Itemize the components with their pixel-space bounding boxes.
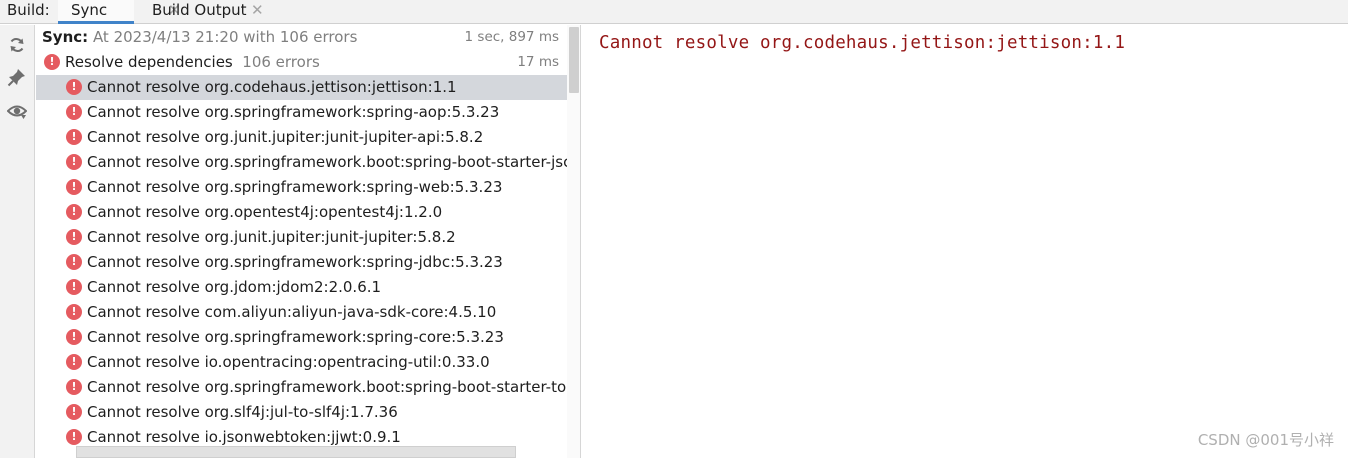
build-tree[interactable]: Sync: At 2023/4/13 21:20 with 106 errors… <box>36 25 581 458</box>
error-message: Cannot resolve org.codehaus.jettison:jet… <box>599 33 1126 53</box>
resolve-count: 106 errors <box>242 53 320 71</box>
error-item-text: Cannot resolve org.opentest4j:opentest4j… <box>87 203 443 221</box>
error-item-text: Cannot resolve org.springframework:sprin… <box>87 178 503 196</box>
error-icon: ! <box>66 204 82 220</box>
error-item-text: Cannot resolve com.aliyun:aliyun-java-sd… <box>87 303 497 321</box>
error-list-item[interactable]: ! Cannot resolve org.springframework:spri… <box>36 250 580 275</box>
error-item-text: Cannot resolve org.springframework:sprin… <box>87 328 504 346</box>
watermark: CSDN @001号小祥 <box>1197 431 1334 449</box>
error-item-text: Cannot resolve org.codehaus.jettison:jet… <box>87 78 457 96</box>
error-item-text: Cannot resolve org.junit.jupiter:junit-j… <box>87 128 484 146</box>
error-list-item[interactable]: ! Cannot resolve io.opentracing:opentraci… <box>36 350 580 375</box>
error-item-text: Cannot resolve org.jdom:jdom2:2.0.6.1 <box>87 278 382 296</box>
sync-label: Sync: <box>42 28 89 46</box>
tab-build-output[interactable]: Build Output ✕ <box>140 0 268 24</box>
error-item-text: Cannot resolve org.springframework:sprin… <box>87 253 503 271</box>
side-toolstrip <box>0 25 35 458</box>
refresh-icon[interactable] <box>7 35 27 55</box>
error-list-item[interactable]: ! Cannot resolve org.springframework:spri… <box>36 175 580 200</box>
vertical-scrollbar-thumb[interactable] <box>569 27 579 93</box>
error-icon: ! <box>66 404 82 420</box>
tab-sync-label: Sync <box>71 1 108 19</box>
build-label: Build: <box>7 1 50 19</box>
tab-build-output-label: Build Output <box>152 1 247 19</box>
close-icon[interactable]: ✕ <box>251 1 264 19</box>
sync-detail: At 2023/4/13 21:20 with 106 errors <box>92 28 358 46</box>
resolve-dependencies-text: Resolve dependencies 106 errors <box>65 53 320 71</box>
error-icon: ! <box>66 79 82 95</box>
error-list-item[interactable]: ! Cannot resolve com.aliyun:aliyun-java-s… <box>36 300 580 325</box>
error-list-item[interactable]: ! Cannot resolve org.junit.jupiter:junit-… <box>36 225 580 250</box>
error-icon: ! <box>66 154 82 170</box>
error-list-item[interactable]: ! Cannot resolve org.codehaus.jettison:je… <box>36 75 568 100</box>
error-icon: ! <box>66 129 82 145</box>
error-item-text: Cannot resolve io.jsonwebtoken:jjwt:0.9.… <box>87 428 401 446</box>
error-icon: ! <box>66 354 82 370</box>
error-list-item[interactable]: ! Cannot resolve org.springframework:spri… <box>36 100 580 125</box>
horizontal-scrollbar-thumb[interactable] <box>76 446 516 458</box>
error-icon: ! <box>66 304 82 320</box>
pin-icon[interactable] <box>7 67 27 87</box>
error-icon: ! <box>66 279 82 295</box>
error-item-text: Cannot resolve org.springframework.boot:… <box>87 153 572 171</box>
error-icon: ! <box>66 379 82 395</box>
eye-icon[interactable] <box>7 101 27 121</box>
error-list-item[interactable]: ! Cannot resolve org.slf4j:jul-to-slf4j:1… <box>36 400 580 425</box>
error-list-item[interactable]: ! Cannot resolve org.springframework:spri… <box>36 325 580 350</box>
error-icon: ! <box>66 429 82 445</box>
error-icon: ! <box>44 54 60 70</box>
error-icon: ! <box>66 329 82 345</box>
error-icon: ! <box>66 104 82 120</box>
error-icon: ! <box>66 179 82 195</box>
sync-node-text: Sync: At 2023/4/13 21:20 with 106 errors <box>42 28 357 46</box>
error-item-text: Cannot resolve org.springframework:sprin… <box>87 103 500 121</box>
error-list-item[interactable]: ! Cannot resolve org.opentest4j:opentest4… <box>36 200 580 225</box>
error-item-text: Cannot resolve org.junit.jupiter:junit-j… <box>87 228 456 246</box>
error-icon: ! <box>66 229 82 245</box>
resolve-timing: 17 ms <box>517 54 559 70</box>
error-list-item[interactable]: ! Cannot resolve org.junit.jupiter:junit-… <box>36 125 580 150</box>
tab-sync[interactable]: Sync ✕ <box>58 0 181 24</box>
detail-pane: Cannot resolve org.codehaus.jettison:jet… <box>582 25 1348 458</box>
error-item-text: Cannot resolve org.slf4j:jul-to-slf4j:1.… <box>87 403 398 421</box>
error-item-text: Cannot resolve org.springframework.boot:… <box>87 378 567 396</box>
resolve-dependencies-node[interactable]: ! Resolve dependencies 106 errors 17 ms <box>36 50 580 75</box>
resolve-label: Resolve dependencies <box>65 53 233 71</box>
error-item-text: Cannot resolve io.opentracing:opentracin… <box>87 353 490 371</box>
sync-node[interactable]: Sync: At 2023/4/13 21:20 with 106 errors… <box>36 25 580 50</box>
error-icon: ! <box>66 254 82 270</box>
error-list-item[interactable]: ! Cannot resolve org.springframework.boot… <box>36 150 580 175</box>
sync-timing: 1 sec, 897 ms <box>464 29 559 45</box>
error-list-item[interactable]: ! Cannot resolve org.jdom:jdom2:2.0.6.1 <box>36 275 580 300</box>
tool-window-tabbar: Build: Sync ✕ Build Output ✕ <box>0 0 1348 24</box>
error-list-item[interactable]: ! Cannot resolve org.springframework.boot… <box>36 375 580 400</box>
